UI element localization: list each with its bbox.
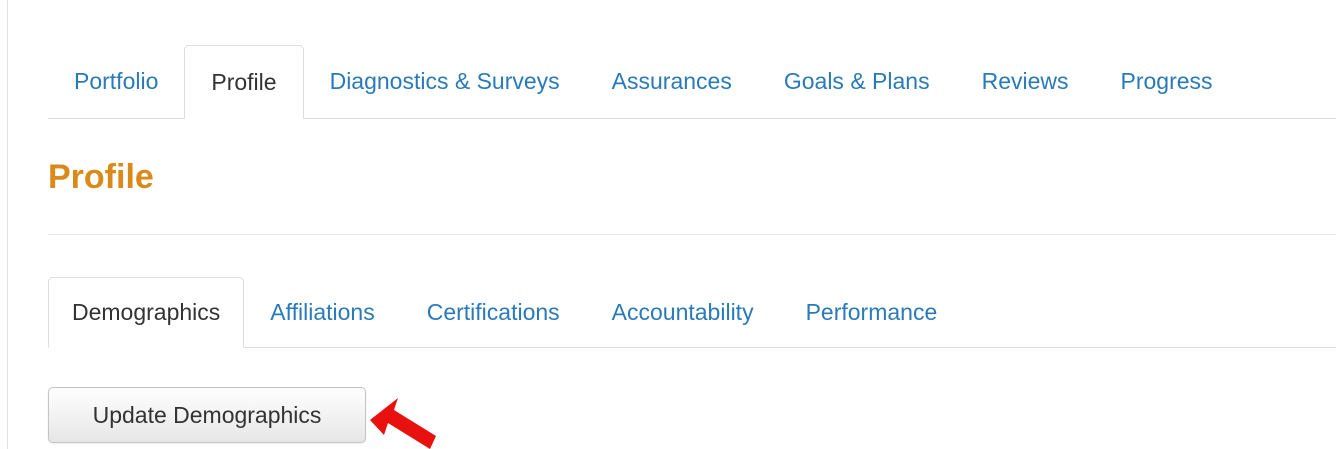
left-divider (7, 0, 8, 449)
tab-profile[interactable]: Profile (184, 45, 304, 119)
page-title: Profile (48, 158, 154, 196)
update-demographics-button[interactable]: Update Demographics (48, 387, 366, 443)
tab-certifications[interactable]: Certifications (401, 277, 586, 347)
tab-progress[interactable]: Progress (1095, 45, 1239, 118)
tab-accountability[interactable]: Accountability (586, 277, 780, 347)
red-arrow-icon (370, 398, 436, 449)
tab-affiliations[interactable]: Affiliations (244, 277, 400, 347)
tab-diagnostics-surveys[interactable]: Diagnostics & Surveys (304, 45, 586, 118)
sub-tab-bar: Demographics Affiliations Certifications… (48, 277, 1336, 348)
tab-performance[interactable]: Performance (780, 277, 964, 347)
title-divider (48, 234, 1336, 235)
tab-demographics[interactable]: Demographics (48, 277, 245, 348)
tab-reviews[interactable]: Reviews (956, 45, 1095, 118)
page: Portfolio Profile Diagnostics & Surveys … (0, 0, 1336, 449)
tab-assurances[interactable]: Assurances (586, 45, 758, 118)
main-tab-bar: Portfolio Profile Diagnostics & Surveys … (48, 45, 1336, 119)
tab-goals-plans[interactable]: Goals & Plans (758, 45, 956, 118)
tab-portfolio[interactable]: Portfolio (48, 45, 184, 118)
